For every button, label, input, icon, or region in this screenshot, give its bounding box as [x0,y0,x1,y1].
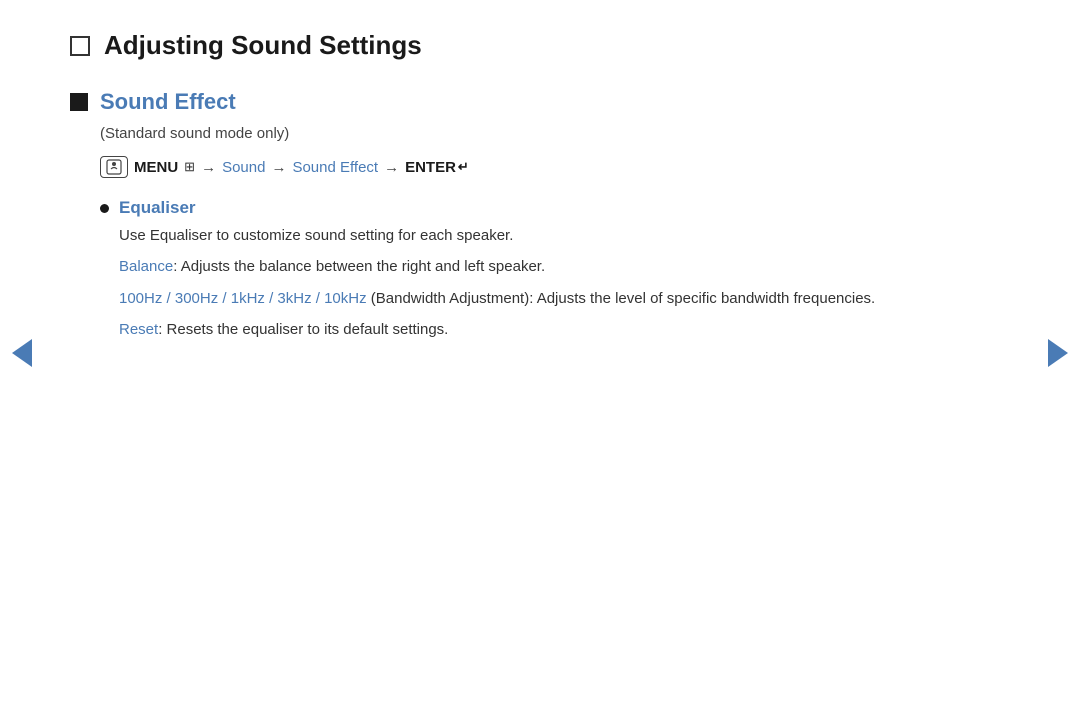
nav-arrow-left[interactable] [12,339,32,367]
page-title: Adjusting Sound Settings [70,30,1000,61]
section-title: Sound Effect [100,89,236,115]
balance-text: : Adjusts the balance between the right … [173,258,545,275]
bandwidth-text: (Bandwidth Adjustment): Adjusts the leve… [367,290,876,307]
bandwidth-label: 100Hz / 300Hz / 1kHz / 3kHz / 10kHz [119,290,367,307]
reset-description: Reset: Resets the equaliser to its defau… [119,318,1000,341]
reset-label: Reset [119,321,158,338]
balance-description: Balance: Adjusts the balance between the… [119,255,1000,278]
arrow-3: → [384,159,399,176]
enter-text: ENTER [405,159,456,176]
bullet-section: Equaliser Use Equaliser to customize sou… [100,198,1000,349]
section-subtitle: (Standard sound mode only) [100,125,1000,142]
bullet-dot [100,204,109,213]
checkbox-icon [70,36,90,56]
balance-label: Balance [119,258,173,275]
reset-text: : Resets the equaliser to its default se… [158,321,448,338]
bandwidth-description: 100Hz / 300Hz / 1kHz / 3kHz / 10kHz (Ban… [119,287,1000,310]
section-header: Sound Effect [70,89,1000,115]
menu-label: MENU [134,159,178,176]
page-container: Adjusting Sound Settings Sound Effect (S… [0,0,1080,395]
menu-icon [100,156,128,178]
equaliser-description: Use Equaliser to customize sound setting… [119,224,1000,247]
sound-effect-section: Sound Effect (Standard sound mode only) … [70,89,1000,349]
enter-icon: ↵ [458,159,469,175]
menu-grid-icon: ⊞ [184,159,195,175]
arrow-2: → [271,159,286,176]
page-title-text: Adjusting Sound Settings [104,30,422,61]
equaliser-item: Equaliser Use Equaliser to customize sou… [100,198,1000,349]
nav-arrow-right[interactable] [1048,339,1068,367]
enter-label: ENTER↵ [405,159,469,176]
menu-link-sound-effect: Sound Effect [292,159,378,176]
menu-link-sound: Sound [222,159,265,176]
equaliser-title: Equaliser [119,198,1000,218]
equaliser-content: Equaliser Use Equaliser to customize sou… [119,198,1000,349]
arrow-1: → [201,159,216,176]
black-square-icon [70,93,88,111]
menu-path: MENU ⊞ → Sound → Sound Effect → ENTER↵ [100,156,1000,178]
